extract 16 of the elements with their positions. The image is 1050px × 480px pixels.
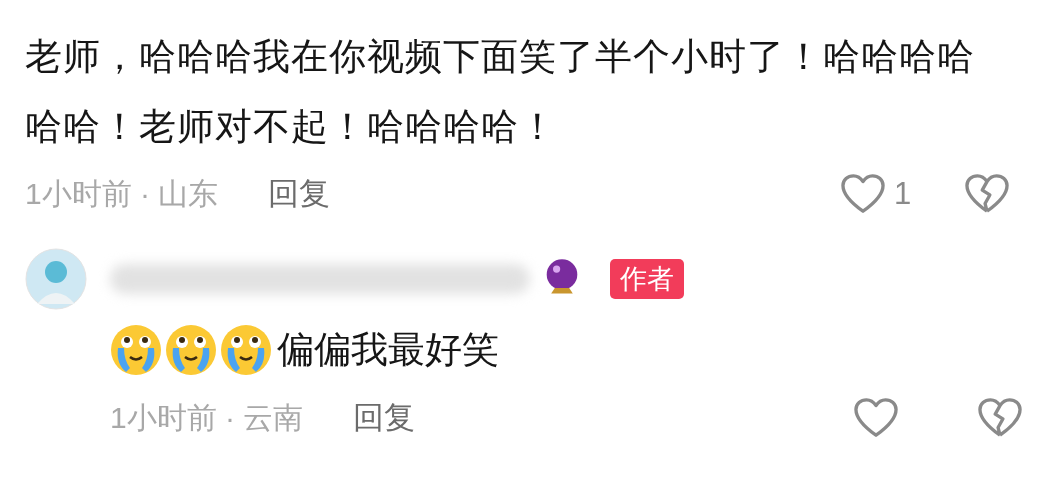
heart-icon[interactable] — [853, 397, 899, 439]
crying-emoji-icon — [110, 324, 162, 376]
reply-link[interactable]: 回复 — [353, 397, 416, 439]
heart-icon[interactable] — [840, 173, 886, 215]
crying-emoji-icon — [165, 324, 217, 376]
comment-meta: 1小时前 · 云南 — [110, 399, 304, 436]
comment-meta: 1小时前 · 山东 — [25, 175, 219, 212]
reply-link[interactable]: 回复 — [268, 173, 331, 215]
like-count: 1 — [894, 176, 913, 212]
avatar[interactable] — [25, 248, 87, 310]
author-badge: 作者 — [610, 259, 684, 299]
reply-text: 偏偏我最好笑 — [277, 328, 499, 372]
comment-text: 老师，哈哈哈我在你视频下面笑了半个小时了！哈哈哈哈哈哈！老师对不起！哈哈哈哈！ — [25, 35, 976, 149]
crying-emoji-icon — [220, 324, 272, 376]
broken-heart-icon[interactable] — [964, 173, 1010, 215]
broken-heart-icon[interactable] — [977, 397, 1023, 439]
